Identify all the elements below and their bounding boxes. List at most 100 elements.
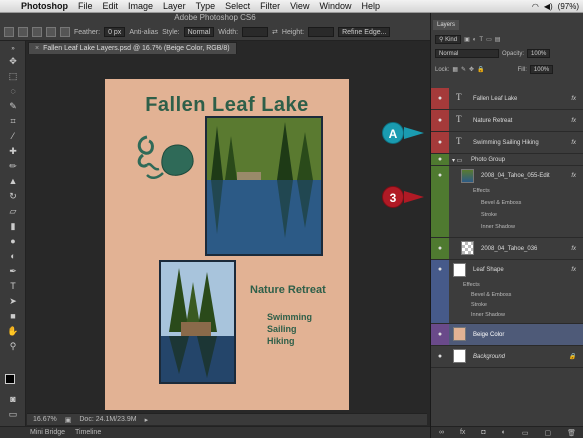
add-mask-icon[interactable]: ◘ [481,429,485,436]
lock-all-icon[interactable]: 🔒 [477,66,484,73]
menu-file[interactable]: File [73,1,98,11]
visibility-eye-icon[interactable]: ● [431,238,449,259]
brush-tool-icon[interactable]: ✏ [7,160,19,172]
fill-input[interactable]: 100% [529,65,554,74]
menu-layer[interactable]: Layer [158,1,191,11]
tab-mini-bridge[interactable]: Mini Bridge [30,429,65,436]
quick-selection-tool-icon[interactable]: ✎ [7,100,19,112]
battery-status[interactable]: (97%) [558,2,579,11]
group-expand-icon[interactable]: ▾ ▭ [452,157,462,164]
refine-edge-button[interactable]: Refine Edge... [338,27,391,37]
pen-tool-icon[interactable]: ✒ [7,265,19,277]
effects-label[interactable]: Effects [463,282,480,288]
menu-window[interactable]: Window [314,1,356,11]
type-tool-icon[interactable]: T [7,280,19,292]
layer-name[interactable]: Photo Group [471,157,505,163]
layer-photo-1[interactable]: ● 2008_04_Tahoe_055-Edit fx Effects Beve… [431,166,583,238]
filter-type-icon[interactable]: T [479,37,483,43]
collapse-icon[interactable]: » [7,43,19,55]
opacity-input[interactable]: 100% [527,49,551,58]
visibility-eye-icon[interactable]: ● [431,324,449,345]
layer-name[interactable]: Background [473,354,505,360]
layer-name[interactable]: Beige Color [473,332,504,338]
layer-swimming-sailing-hiking[interactable]: ● T Swimming Sailing Hiking fx [431,132,583,154]
visibility-eye-icon[interactable]: ● [431,346,449,367]
fx-icon[interactable]: fx [571,267,576,273]
menu-type[interactable]: Type [191,1,221,11]
adjustment-layer-icon[interactable]: ◐ [502,429,506,436]
document-tab[interactable]: × Fallen Leaf Lake Layers.psd @ 16.7% (Be… [28,42,237,54]
menu-help[interactable]: Help [356,1,385,11]
status-arrow-icon[interactable]: ▸ [145,416,149,424]
add-selection-button[interactable] [32,27,42,37]
layer-name[interactable]: 2008_04_Tahoe_055-Edit [481,173,550,179]
new-selection-button[interactable] [18,27,28,37]
layer-leaf-shape[interactable]: ● Leaf Shape fx Effects Bevel & Emboss S… [431,260,583,324]
style-select[interactable]: Normal [183,27,215,37]
volume-icon[interactable]: ◀) [544,2,553,11]
visibility-eye-icon[interactable]: ● [431,166,449,237]
effect-inner-shadow[interactable]: Inner Shadow [481,224,515,230]
layer-name[interactable]: Nature Retreat [473,118,512,124]
layer-beige-color[interactable]: ● Beige Color [431,324,583,346]
new-group-icon[interactable]: ▭ [522,429,529,437]
lasso-tool-icon[interactable]: ◌ [7,85,19,97]
effect-bevel-emboss[interactable]: Bevel & Emboss [481,200,521,206]
zoom-level[interactable]: 16.67% [33,416,57,423]
filter-smart-object-icon[interactable]: ▤ [495,36,501,43]
shape-tool-icon[interactable]: ■ [7,310,19,322]
zoom-tool-icon[interactable]: ⚲ [7,340,19,352]
kind-filter-select[interactable]: ⚲ Kind [435,35,462,44]
tab-layers[interactable]: Layers [433,20,460,30]
visibility-eye-icon[interactable]: ● [431,154,449,165]
fx-icon[interactable]: fx [571,173,576,179]
document-canvas[interactable]: Fallen Leaf Lake Nature Retreat Swimming… [105,79,349,410]
layer-name[interactable]: Swimming Sailing Hiking [473,140,539,146]
close-icon[interactable]: × [35,45,39,52]
filter-shape-icon[interactable]: ▭ [486,36,492,43]
tab-timeline[interactable]: Timeline [75,429,101,436]
lock-icon[interactable]: 🔒 [569,353,576,360]
filter-adjustment-icon[interactable]: ◐ [473,37,477,43]
swap-icon[interactable]: ⇄ [272,28,278,36]
filter-pixel-icon[interactable]: ▣ [464,36,470,43]
blur-tool-icon[interactable]: ● [7,235,19,247]
marquee-tool-icon[interactable]: ⬚ [7,70,19,82]
menu-image[interactable]: Image [123,1,158,11]
eraser-tool-icon[interactable]: ▱ [7,205,19,217]
dodge-tool-icon[interactable]: ◐ [7,250,19,262]
effect-stroke[interactable]: Stroke [481,212,497,218]
screen-mode-icon[interactable]: ▭ [7,408,19,420]
menu-edit[interactable]: Edit [98,1,124,11]
blend-mode-select[interactable]: Normal [435,49,499,58]
lock-position-icon[interactable]: ✥ [469,66,474,73]
add-style-icon[interactable]: fx [460,429,465,436]
antialias-checkbox[interactable]: Anti-alias [129,29,158,36]
visibility-eye-icon[interactable]: ● [431,88,449,109]
feather-input[interactable]: 0 px [104,27,126,37]
height-input[interactable] [308,27,335,37]
marquee-tool-preset[interactable] [4,27,14,37]
path-selection-tool-icon[interactable]: ➤ [7,295,19,307]
fx-icon[interactable]: fx [571,140,576,146]
gradient-tool-icon[interactable]: ▮ [7,220,19,232]
menu-photoshop[interactable]: Photoshop [16,1,73,11]
effect-inner-shadow[interactable]: Inner Shadow [471,312,505,318]
crop-tool-icon[interactable]: ⌗ [7,115,19,127]
layer-photo-group[interactable]: ● ▾ ▭ Photo Group [431,154,583,166]
menu-select[interactable]: Select [220,1,255,11]
layer-name[interactable]: Leaf Shape [473,267,504,273]
quick-mask-icon[interactable]: ◙ [7,393,19,405]
wifi-icon[interactable]: ◠ [532,2,539,11]
fx-icon[interactable]: fx [571,118,576,124]
delete-layer-icon[interactable]: 🗑 [567,429,576,437]
menu-view[interactable]: View [285,1,314,11]
visibility-eye-icon[interactable]: ● [431,260,449,323]
status-menu-icon[interactable]: ▣ [65,416,72,424]
layer-name[interactable]: Fallen Leaf Lake [473,96,517,102]
visibility-eye-icon[interactable]: ● [431,132,449,153]
link-layers-icon[interactable]: ∞ [439,429,444,436]
fx-icon[interactable]: fx [571,96,576,102]
intersect-selection-button[interactable] [60,27,70,37]
menu-filter[interactable]: Filter [255,1,285,11]
